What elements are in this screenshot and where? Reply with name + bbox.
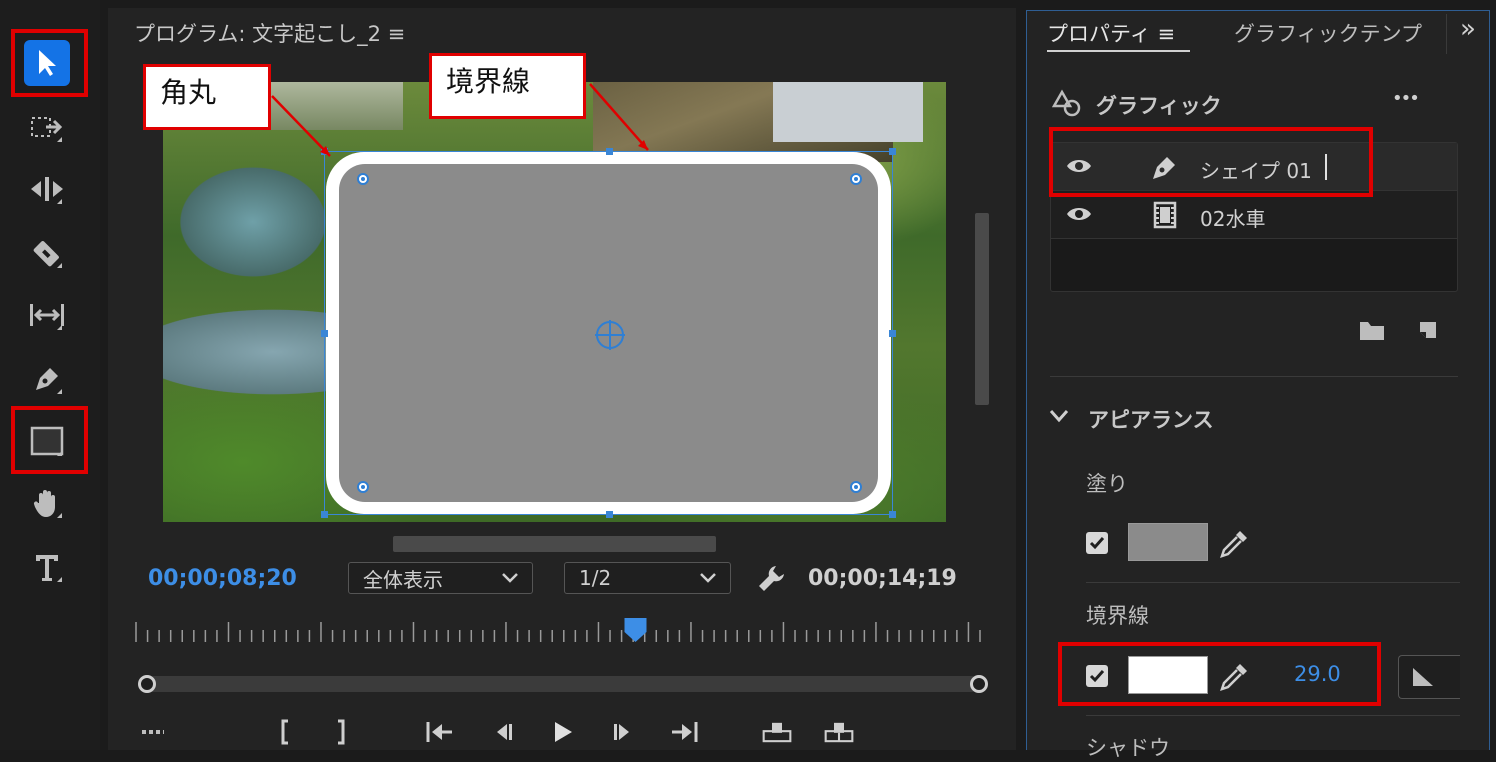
marker-icon — [142, 730, 164, 734]
mark-in-icon — [281, 719, 288, 745]
monitor-horizontal-scrollbar[interactable] — [393, 536, 716, 552]
zoom-level-value: 全体表示 — [363, 567, 443, 592]
new-group-folder-icon[interactable] — [1358, 318, 1386, 342]
new-layer-icon[interactable] — [1416, 318, 1440, 342]
corner-radius-handle-bl[interactable] — [357, 481, 369, 493]
transform-handle-left[interactable] — [321, 330, 328, 337]
zoom-scroll-end-handle[interactable] — [970, 675, 988, 693]
appearance-section-header[interactable]: アピアランス — [1088, 404, 1214, 434]
playback-resolution-value: 1/2 — [579, 566, 612, 590]
layer-name[interactable]: シェイプ 01 — [1200, 155, 1312, 184]
playhead[interactable] — [624, 618, 647, 642]
layer-row[interactable]: シェイプ 01 — [1051, 143, 1457, 191]
lift-button[interactable] — [762, 718, 792, 746]
checkmark-icon — [1089, 537, 1105, 550]
more-options-icon[interactable]: ••• — [1392, 88, 1420, 109]
active-tab-underline — [1047, 50, 1190, 52]
go-to-out-button[interactable] — [670, 718, 700, 746]
type-tool[interactable] — [22, 542, 72, 592]
graphic-shapes-icon — [1052, 89, 1081, 117]
tab-separator — [1446, 14, 1447, 54]
corner-radius-handle-br[interactable] — [850, 481, 862, 493]
layer-row[interactable]: 02水車 — [1051, 191, 1457, 239]
pen-tool[interactable] — [22, 354, 72, 404]
transform-handle-bottom[interactable] — [606, 511, 613, 518]
go-to-in-button[interactable] — [424, 718, 454, 746]
transform-handle-bl[interactable] — [321, 511, 328, 518]
section-divider — [1086, 715, 1460, 716]
stroke-eyedropper-icon[interactable] — [1218, 661, 1250, 693]
marker-button[interactable] — [138, 718, 168, 746]
razor-tool[interactable] — [22, 228, 72, 278]
stroke-label: 境界線 — [1086, 604, 1149, 628]
stroke-checkbox[interactable] — [1086, 665, 1108, 687]
rectangle-tool[interactable] — [22, 416, 72, 466]
graphic-section-header: グラフィック — [1096, 94, 1222, 118]
stroke-color-swatch[interactable] — [1128, 656, 1208, 694]
section-divider — [1086, 582, 1460, 583]
zoom-scroll-start-handle[interactable] — [138, 675, 156, 693]
mark-out-button[interactable] — [326, 718, 356, 746]
pen-icon — [1153, 157, 1175, 179]
step-forward-button[interactable] — [608, 718, 638, 746]
film-icon — [1153, 201, 1177, 229]
wrench-icon[interactable] — [756, 562, 788, 594]
go-to-out-icon — [672, 722, 698, 742]
fill-color-swatch[interactable] — [1128, 523, 1208, 561]
checkmark-icon — [1089, 670, 1105, 683]
layer-name[interactable]: 02水車 — [1200, 203, 1265, 232]
mark-out-icon — [338, 719, 345, 745]
stroke-join-icon — [1413, 668, 1433, 686]
mark-in-button[interactable] — [270, 718, 300, 746]
tab-properties[interactable]: プロパティ ≡ — [1047, 18, 1175, 48]
transform-handle-right[interactable] — [889, 330, 896, 337]
go-to-in-icon — [426, 722, 452, 742]
fill-checkbox[interactable] — [1086, 532, 1108, 554]
monitor-vertical-scrollbar[interactable] — [975, 213, 989, 405]
extract-icon — [824, 722, 854, 743]
stroke-join-select[interactable] — [1398, 655, 1460, 699]
visibility-eye-icon[interactable] — [1065, 205, 1093, 223]
time-ruler[interactable] — [134, 618, 984, 646]
step-back-button[interactable] — [488, 718, 518, 746]
anchor-point-icon[interactable] — [593, 318, 627, 352]
zoom-level-select[interactable]: 全体表示 — [348, 562, 533, 594]
zoom-scroll-track[interactable] — [146, 676, 979, 692]
duration-timecode: 00;00;14;19 — [808, 566, 957, 591]
current-timecode[interactable]: 00;00;08;20 — [148, 566, 297, 591]
hand-tool[interactable] — [22, 478, 72, 528]
callout-arrows — [271, 83, 649, 157]
fill-label: 塗り — [1086, 472, 1128, 496]
play-button[interactable] — [548, 718, 578, 746]
lift-icon — [762, 722, 792, 743]
playback-resolution-select[interactable]: 1/2 — [564, 562, 731, 594]
play-icon — [555, 722, 572, 742]
chevron-down-icon — [502, 573, 518, 583]
tab-graphic-template[interactable]: グラフィックテンプ — [1234, 18, 1444, 48]
chevron-down-icon[interactable] — [1048, 408, 1070, 424]
chevron-down-icon — [700, 573, 716, 583]
slip-tool[interactable] — [22, 290, 72, 340]
fill-eyedropper-icon[interactable] — [1218, 528, 1250, 560]
panel-menu-icon[interactable]: ≡ — [1157, 22, 1175, 46]
properties-panel — [1026, 10, 1490, 750]
panel-overflow-icon[interactable]: » — [1460, 14, 1476, 44]
visibility-eye-icon[interactable] — [1065, 157, 1093, 175]
extract-button[interactable] — [824, 718, 854, 746]
section-divider — [1050, 376, 1458, 377]
stroke-width-value[interactable]: 29.0 — [1294, 662, 1341, 686]
step-back-icon — [497, 724, 512, 740]
step-forward-icon — [614, 724, 629, 740]
transform-handle-br[interactable] — [889, 511, 896, 518]
text-cursor — [1325, 154, 1327, 180]
shadow-label: シャドウ — [1086, 736, 1170, 760]
